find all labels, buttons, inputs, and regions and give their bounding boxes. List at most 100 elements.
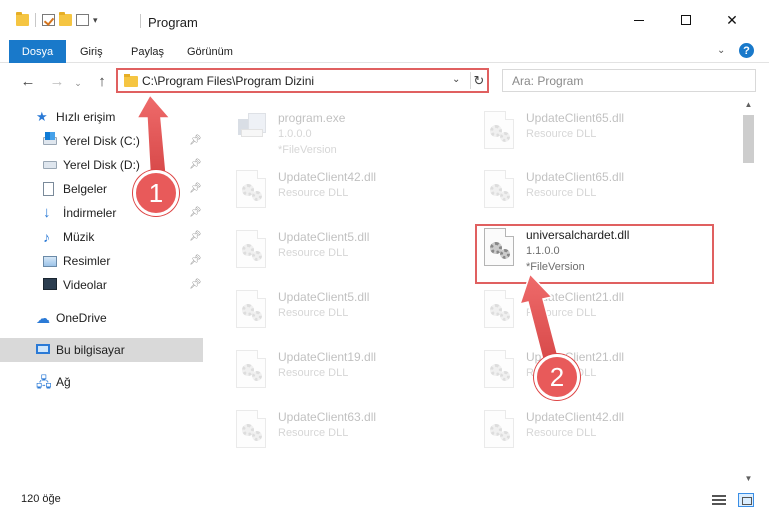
pin-icon[interactable]: 📌︎ — [189, 135, 202, 146]
scroll-down-icon[interactable]: ▼ — [741, 471, 756, 486]
vertical-scrollbar[interactable]: ▲ ▼ — [741, 97, 756, 489]
file-item[interactable]: UpdateClient65.dll Resource DLL — [480, 109, 710, 161]
search-input[interactable]: Ara: Program — [502, 69, 756, 92]
folder-icon — [124, 74, 138, 87]
file-item[interactable]: UpdateClient42.dll Resource DLL — [232, 168, 462, 220]
customize-dropdown-icon[interactable]: ▾ — [93, 15, 98, 26]
properties-icon[interactable] — [76, 14, 89, 26]
file-name: UpdateClient21.dll — [526, 290, 625, 304]
file-item[interactable]: UpdateClient42.dll Resource DLL — [480, 408, 710, 460]
step-badge-1: 1 — [133, 170, 179, 216]
pin-icon[interactable]: 📌︎ — [189, 207, 202, 218]
forward-arrow-icon[interactable]: → — [48, 72, 66, 90]
network-icon: 🖧︎ — [36, 374, 52, 390]
file-name: UpdateClient65.dll — [526, 170, 625, 184]
up-arrow-icon[interactable]: ↑ — [93, 72, 111, 90]
maximize-button[interactable] — [663, 0, 709, 40]
close-icon: ✕ — [726, 11, 738, 28]
recent-locations-chevron-icon[interactable]: ⌄ — [69, 74, 87, 92]
refresh-icon[interactable]: ↻ — [470, 72, 487, 89]
minimize-button[interactable] — [616, 0, 662, 40]
tab-view[interactable]: Görünüm — [187, 40, 233, 63]
new-folder-icon[interactable] — [59, 12, 72, 26]
pictures-icon — [43, 256, 57, 267]
file-item[interactable]: UpdateClient5.dll Resource DLL — [232, 288, 462, 340]
tab-file[interactable]: Dosya — [9, 40, 66, 63]
window-bottom — [0, 511, 769, 527]
file-description: *FileVersion — [278, 144, 337, 156]
nav-item-local-disk-c[interactable]: Yerel Disk (C:) 📌︎ — [0, 129, 203, 153]
file-description: Resource DLL — [278, 247, 349, 259]
scroll-thumb[interactable] — [743, 115, 754, 163]
details-view-icon[interactable] — [712, 495, 726, 506]
file-item[interactable]: UpdateClient5.dll Resource DLL — [232, 228, 462, 280]
quick-access-toolbar: ▾ — [16, 12, 98, 27]
scroll-up-icon[interactable]: ▲ — [741, 97, 756, 112]
file-name: UpdateClient42.dll — [526, 410, 625, 424]
nav-item-label: Belgeler — [63, 182, 108, 196]
nav-item-videos[interactable]: Videolar 📌︎ — [0, 273, 203, 297]
maximize-icon — [681, 15, 691, 25]
address-bar[interactable]: C:\Program Files\Program Dizini ⌄ ↻ — [116, 68, 489, 93]
navigation-pane: ★ Hızlı erişim Yerel Disk (C:) 📌︎ Yerel … — [0, 97, 206, 489]
pin-icon[interactable]: 📌︎ — [189, 159, 202, 170]
nav-item-label: Resimler — [63, 254, 111, 268]
status-bar: 120 öğe — [0, 489, 769, 511]
pin-icon[interactable]: 📌︎ — [189, 255, 202, 266]
file-description: Resource DLL — [526, 187, 597, 199]
item-count: 120 öğe — [21, 493, 61, 505]
file-item[interactable]: UpdateClient63.dll Resource DLL — [232, 408, 462, 460]
address-row: ← → ⌄ ↑ C:\Program Files\Program Dizini … — [0, 64, 769, 97]
file-name: UpdateClient5.dll — [278, 290, 370, 304]
dll-icon — [480, 410, 518, 454]
file-name: UpdateClient5.dll — [278, 230, 370, 244]
folder-icon — [16, 12, 29, 26]
dll-icon — [480, 290, 518, 334]
nav-item-music[interactable]: ♪ Müzik 📌︎ — [0, 225, 203, 249]
nav-item-label: OneDrive — [56, 311, 107, 325]
nav-item-label: Ağ — [56, 375, 71, 389]
file-item[interactable]: UpdateClient65.dll Resource DLL — [480, 168, 710, 220]
pin-icon[interactable]: 📌︎ — [189, 279, 202, 290]
file-version: 1.0.0.0 — [278, 128, 312, 140]
ribbon-expand-chevron-icon[interactable]: ⌄ — [717, 45, 729, 57]
download-icon: ↓ — [43, 204, 51, 221]
window-title: Program — [148, 15, 198, 30]
dll-icon — [480, 350, 518, 394]
help-icon[interactable]: ? — [739, 43, 754, 58]
file-item[interactable]: UpdateClient19.dll Resource DLL — [232, 348, 462, 400]
pin-icon[interactable]: 📌︎ — [189, 183, 202, 194]
close-button[interactable]: ✕ — [709, 0, 755, 40]
back-arrow-icon[interactable]: ← — [19, 72, 37, 90]
file-item[interactable]: program.exe 1.0.0.0 *FileVersion — [232, 109, 462, 161]
file-description: Resource DLL — [278, 427, 349, 439]
pin-icon[interactable]: 📌︎ — [189, 231, 202, 242]
minimize-icon — [634, 19, 644, 21]
dll-icon — [232, 350, 270, 394]
drive-icon — [43, 161, 57, 169]
music-icon: ♪ — [43, 229, 50, 245]
search-placeholder: Ara: Program — [512, 74, 584, 88]
address-path[interactable]: C:\Program Files\Program Dizini — [142, 74, 314, 88]
file-name: UpdateClient63.dll — [278, 410, 377, 424]
nav-item-pictures[interactable]: Resimler 📌︎ — [0, 249, 203, 273]
nav-item-label: Yerel Disk (C:) — [63, 134, 140, 148]
nav-item-network[interactable]: 🖧︎ Ağ — [0, 370, 203, 394]
tab-share[interactable]: Paylaş — [131, 40, 164, 63]
nav-item-onedrive[interactable]: ☁ OneDrive — [0, 306, 203, 330]
properties-check-icon[interactable] — [42, 14, 55, 26]
nav-item-label: Yerel Disk (D:) — [63, 158, 140, 172]
large-icons-view-icon[interactable] — [738, 493, 754, 507]
highlight-box — [475, 224, 714, 284]
file-description: Resource DLL — [526, 128, 597, 140]
file-item[interactable]: UpdateClient21.dll Resource DLL — [480, 348, 710, 400]
tab-home[interactable]: Giriş — [80, 40, 103, 63]
address-dropdown-icon[interactable]: ⌄ — [452, 74, 460, 85]
nav-quick-access[interactable]: ★ Hızlı erişim — [0, 105, 203, 129]
dll-icon — [232, 410, 270, 454]
file-name: UpdateClient19.dll — [278, 350, 377, 364]
windows-logo-icon — [45, 132, 55, 140]
file-item[interactable]: UpdateClient21.dll Resource DLL — [480, 288, 710, 340]
nav-item-local-disk-d[interactable]: Yerel Disk (D:) 📌︎ — [0, 153, 203, 177]
nav-item-this-pc[interactable]: Bu bilgisayar — [0, 338, 203, 362]
